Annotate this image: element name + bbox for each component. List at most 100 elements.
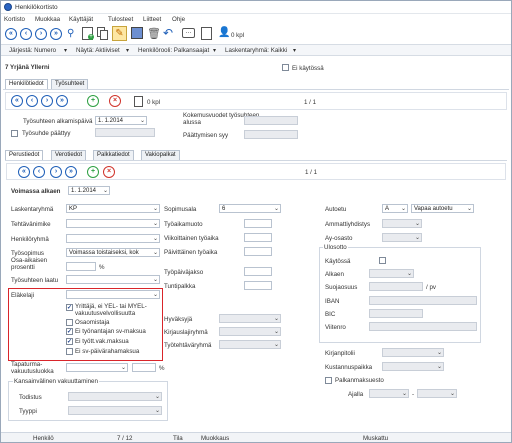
search-icon[interactable]: ⚲: [67, 28, 74, 39]
hyvaksyja-select[interactable]: [219, 314, 281, 323]
tyosopimus-select[interactable]: Voimassa toistaiseksi, kok: [66, 248, 160, 257]
title-bar: Henkilökortisto: [1, 1, 511, 14]
tab-vakiopalkat[interactable]: Vakiopalkat: [141, 150, 180, 160]
sopimusala-select[interactable]: 6: [219, 204, 281, 213]
next-record-icon[interactable]: ›: [35, 28, 47, 40]
option-osaomistaja-checkbox[interactable]: [66, 319, 73, 326]
prev-record-icon[interactable]: ‹: [20, 28, 32, 40]
order-filter[interactable]: Järjestä: Numero: [9, 47, 56, 54]
save-icon[interactable]: [131, 27, 143, 39]
emp-first-icon[interactable]: «: [11, 95, 23, 107]
show-filter[interactable]: Näytä: Aktiiviset: [76, 47, 120, 54]
bic-field[interactable]: [369, 309, 423, 318]
emp-add-icon[interactable]: +: [87, 95, 99, 107]
option-tyottvak-checkbox[interactable]: ✓: [66, 338, 73, 345]
kansainvalinen-group: [8, 381, 168, 421]
option-yrittaja-checkbox[interactable]: ✓: [66, 304, 73, 311]
valid-from-field[interactable]: 1. 1.2014: [68, 186, 110, 195]
delete-icon[interactable]: 🗑: [147, 27, 161, 40]
emp-last-icon[interactable]: »: [56, 95, 68, 107]
undo-icon[interactable]: ↶: [163, 26, 173, 40]
laskentaryhma-select[interactable]: KP: [66, 204, 160, 213]
menu-ohje[interactable]: Ohje: [172, 16, 185, 23]
henkiloryhma-label: Henkilöryhmä: [11, 236, 49, 243]
menu-kayttajat[interactable]: Käyttäjät: [69, 16, 93, 23]
order-filter-arrow[interactable]: ▾: [64, 47, 67, 54]
kirjauslajiryhma-select[interactable]: [219, 327, 281, 336]
paivittainen-field[interactable]: [244, 247, 272, 256]
suojaosuus-label: Suojaosuus: [325, 284, 358, 291]
emp-remove-icon[interactable]: ×: [109, 95, 121, 107]
tab-verotiedot[interactable]: Verotiedot: [51, 150, 87, 160]
menu-muokkaa[interactable]: Muokkaa: [35, 16, 60, 23]
attachment-icon[interactable]: [201, 27, 212, 40]
role-filter[interactable]: Henkilörooli: Palkansaajat: [138, 47, 209, 54]
tyosuhteen-laatu-label: Työsuhteen laatu: [11, 277, 59, 284]
viikoittainen-field[interactable]: [244, 233, 272, 242]
tehtavanimike-select[interactable]: [66, 219, 160, 228]
tapaturma-select[interactable]: [66, 363, 128, 372]
group-filter-arrow[interactable]: ▾: [293, 47, 296, 54]
emp-prev-icon[interactable]: ‹: [26, 95, 38, 107]
viitenro-field[interactable]: [369, 322, 477, 331]
copy-icon[interactable]: [97, 27, 109, 40]
ajalla-end-field[interactable]: [417, 389, 457, 398]
iban-field[interactable]: [369, 296, 477, 305]
role-filter-arrow[interactable]: ▾: [213, 47, 216, 54]
ay-osasto-select[interactable]: [382, 233, 422, 242]
suojaosuus-field[interactable]: [369, 282, 423, 291]
period-first-icon[interactable]: «: [18, 166, 30, 178]
autoetu-select[interactable]: Vapaa autoetu: [411, 204, 474, 213]
emp-attachment-icon[interactable]: [134, 96, 143, 107]
tyosuhteen-laatu-select[interactable]: [66, 275, 160, 284]
palkanmaksuesto-checkbox[interactable]: [325, 377, 332, 384]
tab-palkkatiedot[interactable]: Palkkatiedot: [93, 150, 134, 160]
menu-liitteet[interactable]: Liitteet: [143, 16, 161, 23]
start-date-field[interactable]: 1. 1.2014: [95, 116, 147, 125]
end-reason-label: Päättymisen syy: [183, 132, 229, 139]
osa-aikainen-field[interactable]: [66, 262, 96, 271]
ammattiyhdistys-select[interactable]: [382, 219, 422, 228]
henkiloryhma-select[interactable]: [66, 234, 160, 243]
period-add-icon[interactable]: +: [87, 166, 99, 178]
option-sv-paivaraha-checkbox[interactable]: [66, 348, 73, 355]
tuntipalkka-field[interactable]: [244, 281, 272, 290]
show-filter-arrow[interactable]: ▾: [126, 47, 129, 54]
menu-tulosteet[interactable]: Tulosteet: [108, 16, 133, 23]
tyotehtavaryhma-select[interactable]: [219, 340, 281, 349]
tab-perustiedot[interactable]: Perustiedot: [5, 150, 44, 160]
elakelaji-select[interactable]: [66, 290, 160, 299]
period-prev-icon[interactable]: ‹: [33, 166, 45, 178]
first-record-icon[interactable]: «: [5, 28, 17, 40]
period-remove-icon[interactable]: ×: [103, 166, 115, 178]
end-reason-field[interactable]: [244, 130, 298, 139]
group-filter[interactable]: Laskentaryhmä: Kaikki: [225, 47, 287, 54]
end-checkbox[interactable]: [11, 130, 18, 137]
todistus-select[interactable]: [68, 392, 162, 401]
end-date-field[interactable]: [95, 128, 155, 137]
option-tyonantajan-sv-checkbox[interactable]: ✓: [66, 328, 73, 335]
kustannuspaikka-select[interactable]: [382, 362, 444, 371]
comment-icon[interactable]: …: [182, 28, 195, 38]
new-document-icon[interactable]: +: [82, 27, 94, 40]
ajalla-start-field[interactable]: [369, 389, 409, 398]
kirjanpitolii-select[interactable]: [382, 348, 444, 357]
edit-pencil-icon[interactable]: ✎: [112, 26, 127, 41]
kaytossa-checkbox[interactable]: [379, 257, 386, 264]
experience-field[interactable]: [244, 116, 298, 125]
tyyppi-select[interactable]: [68, 406, 162, 415]
period-next-icon[interactable]: ›: [50, 166, 62, 178]
tab-tyosuhteet[interactable]: Työsuhteet: [51, 79, 89, 89]
tyoaikamuoto-field[interactable]: [244, 219, 272, 228]
inactive-checkbox[interactable]: [282, 64, 289, 71]
tab-henkilotiedot[interactable]: Henkilötiedot: [5, 79, 48, 89]
alkaen-field[interactable]: [369, 269, 414, 278]
tapaturma-percent-field[interactable]: [132, 363, 156, 372]
emp-next-icon[interactable]: ›: [41, 95, 53, 107]
last-record-icon[interactable]: »: [50, 28, 62, 40]
period-last-icon[interactable]: »: [65, 166, 77, 178]
autoetu-code-select[interactable]: A: [382, 204, 408, 213]
person-icon[interactable]: 👤: [218, 27, 230, 38]
menu-kortisto[interactable]: Kortisto: [4, 16, 25, 23]
tyopaivajakso-field[interactable]: [244, 267, 272, 276]
